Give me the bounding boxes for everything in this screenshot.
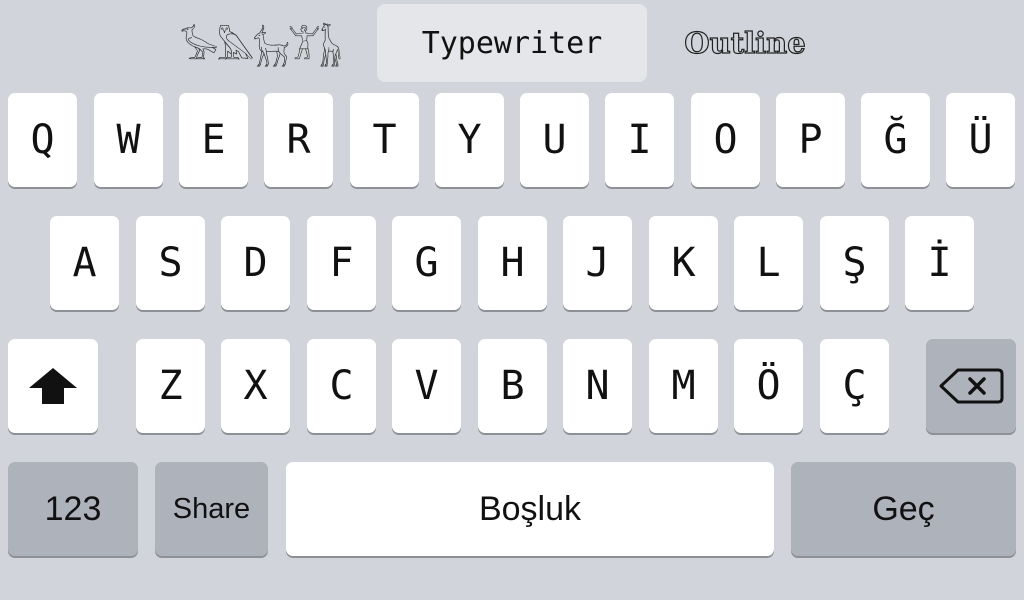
key-v[interactable]: V (392, 339, 461, 433)
key-i[interactable]: I (605, 93, 674, 187)
shift-key[interactable] (8, 339, 98, 433)
key-r[interactable]: R (264, 93, 333, 187)
key-u-umlaut[interactable]: Ü (946, 93, 1015, 187)
key-s[interactable]: S (136, 216, 205, 310)
key-j[interactable]: J (563, 216, 632, 310)
key-o-umlaut[interactable]: Ö (734, 339, 803, 433)
font-style-bar: 𓅚𓅓𓃴𓀠𓃱 Typewriter Outline (0, 0, 1024, 88)
delete-key[interactable] (926, 339, 1016, 433)
key-m[interactable]: M (649, 339, 718, 433)
numbers-key[interactable]: 123 (8, 462, 138, 556)
key-u[interactable]: U (520, 93, 589, 187)
key-y[interactable]: Y (435, 93, 504, 187)
key-b[interactable]: B (478, 339, 547, 433)
go-key[interactable]: Geç (791, 462, 1016, 556)
backspace-icon (938, 366, 1004, 406)
share-key[interactable]: Share (155, 462, 268, 556)
key-s-cedilla[interactable]: Ş (820, 216, 889, 310)
key-f[interactable]: F (307, 216, 376, 310)
key-i-dot[interactable]: İ (905, 216, 974, 310)
key-n[interactable]: N (563, 339, 632, 433)
key-d[interactable]: D (221, 216, 290, 310)
key-x[interactable]: X (221, 339, 290, 433)
font-tab-hieroglyph[interactable]: 𓅚𓅓𓃴𓀠𓃱 (160, 4, 360, 82)
key-k[interactable]: K (649, 216, 718, 310)
key-o[interactable]: O (691, 93, 760, 187)
key-g[interactable]: G (392, 216, 461, 310)
key-t[interactable]: T (350, 93, 419, 187)
key-a[interactable]: A (50, 216, 119, 310)
font-tab-typewriter[interactable]: Typewriter (377, 4, 647, 82)
key-c-cedilla[interactable]: Ç (820, 339, 889, 433)
key-e[interactable]: E (179, 93, 248, 187)
key-l[interactable]: L (734, 216, 803, 310)
key-g-breve[interactable]: Ğ (861, 93, 930, 187)
key-h[interactable]: H (478, 216, 547, 310)
space-key[interactable]: Boşluk (286, 462, 774, 556)
key-q[interactable]: Q (8, 93, 77, 187)
key-w[interactable]: W (94, 93, 163, 187)
key-z[interactable]: Z (136, 339, 205, 433)
shift-arrow-icon (27, 366, 79, 406)
font-tab-outline[interactable]: Outline (660, 4, 830, 82)
key-p[interactable]: P (776, 93, 845, 187)
key-c[interactable]: C (307, 339, 376, 433)
